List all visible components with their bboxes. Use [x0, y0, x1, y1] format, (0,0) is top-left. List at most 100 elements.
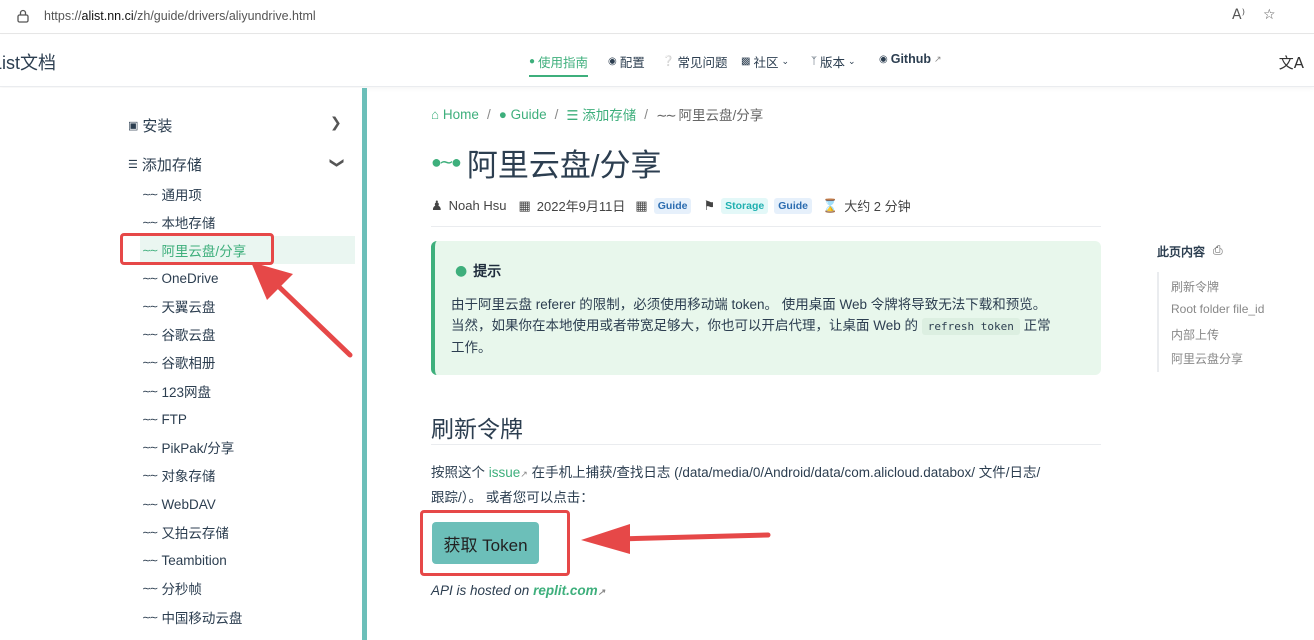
nav-github[interactable]: ◉ Github ↗	[879, 52, 942, 66]
sidebar-group-install[interactable]: ▣ 安装	[128, 115, 172, 136]
branch-icon: ᛉ	[811, 56, 817, 67]
issue-link[interactable]: issue↗	[489, 465, 528, 480]
sidebar-item-common[interactable]: ∼∼ 通用项	[140, 180, 355, 208]
site-brand[interactable]: List文档	[0, 49, 56, 75]
external-link-icon: ↗	[597, 587, 606, 597]
para-text-c: 跟踪/）。 或者您可以点击：	[431, 490, 594, 505]
wave-icon: ∼∼	[142, 554, 159, 567]
para-text-a: 按照这个	[431, 465, 485, 480]
sidebar-item-object-storage[interactable]: ∼∼ 对象存储	[140, 461, 355, 489]
chevron-down-icon[interactable]: ❯	[329, 157, 345, 169]
wave-icon: ∼∼	[142, 356, 159, 369]
chevron-right-icon[interactable]: ❯	[330, 115, 342, 131]
chevron-down-icon: ⌄	[781, 56, 790, 66]
annotation-box-token	[420, 510, 570, 576]
tag-guide-badge[interactable]: Guide	[774, 197, 812, 214]
tag-storage-badge[interactable]: Storage	[721, 197, 769, 214]
sidebar-item-label: 谷歌相册	[161, 356, 216, 371]
nav-version[interactable]: ᛉ 版本 ⌄	[811, 52, 856, 71]
nav-github-label: Github	[890, 52, 931, 66]
sidebar-group-add-storage[interactable]: ☰ 添加存储	[128, 154, 202, 175]
external-link-icon: ↗	[520, 469, 528, 479]
section-divider	[431, 444, 1101, 445]
url-path: /zh/guide/drivers/aliyundrive.html	[133, 9, 316, 23]
sidebar-item-local[interactable]: ∼∼ 本地存储	[140, 208, 355, 236]
section-paragraph: 按照这个 issue↗ 在手机上捕获/查找日志 (/data/media/0/A…	[431, 461, 1103, 509]
toc-item-internal-upload[interactable]: 内部上传	[1171, 326, 1219, 343]
print-icon[interactable]: ⎙	[1213, 243, 1223, 258]
url-field[interactable]: https://alist.nn.ci/zh/guide/drivers/ali…	[44, 9, 316, 23]
page-author[interactable]: Noah Hsu	[449, 198, 507, 213]
read-time: 大约 2 分钟	[844, 199, 911, 214]
nav-config[interactable]: ◉ 配置	[608, 52, 645, 71]
sidebar-item-webdav[interactable]: ∼∼ WebDAV	[140, 490, 355, 518]
nav-guide[interactable]: ● 使用指南	[529, 52, 589, 77]
sidebar-item-label: 中国移动云盘	[161, 611, 243, 626]
wave-icon: ∼∼	[142, 611, 159, 624]
tip-line-3: 工作。	[451, 340, 492, 355]
wave-icon: ∼∼	[142, 413, 159, 426]
sidebar-item-fenmiao[interactable]: ∼∼ 分秒帧	[140, 574, 355, 602]
sidebar-group-add-storage-label: 添加存储	[141, 157, 202, 174]
list-icon: ☰	[128, 159, 138, 171]
tip-line-1: 由于阿里云盘 referer 的限制，必须使用移动端 token。 使用桌面 W…	[451, 297, 1047, 312]
breadcrumb-add-storage-label: 添加存储	[582, 108, 637, 123]
toc-item-share[interactable]: 阿里云盘分享	[1171, 350, 1243, 367]
breadcrumb-home[interactable]: ⌂ Home	[431, 107, 479, 122]
page-title-text: 阿里云盘/分享	[466, 148, 662, 183]
chat-icon: ▩	[741, 56, 751, 67]
page-date: 2022年9月11日	[536, 199, 626, 214]
lightbulb-icon: ●	[529, 56, 536, 67]
wave-icon: ●∼●	[431, 152, 462, 172]
nav-community[interactable]: ▩ 社区 ⌄	[741, 52, 789, 71]
nav-faq[interactable]: ❔ 常见问题	[662, 52, 727, 71]
toc-item-refresh-token[interactable]: 刷新令牌	[1171, 278, 1219, 295]
toc-item-root-folder[interactable]: Root folder file_id	[1171, 302, 1264, 316]
sidebar-item-ftp[interactable]: ∼∼ FTP	[140, 405, 355, 433]
lightbulb-icon: ●	[498, 106, 507, 122]
toc-title: 此页内容	[1157, 245, 1206, 259]
section-title: 刷新令牌	[431, 416, 523, 442]
sidebar-item-label: FTP	[161, 411, 187, 427]
sidebar-item-123pan[interactable]: ∼∼ 123网盘	[140, 377, 355, 405]
api-note-text: API is hosted on	[431, 583, 530, 598]
sidebar-item-label: 通用项	[161, 188, 202, 203]
wave-icon: ∼∼	[142, 498, 159, 511]
lock-icon	[17, 9, 29, 23]
tip-line-2b: 正常	[1023, 318, 1051, 333]
favorite-icon[interactable]: ☆	[1263, 7, 1276, 23]
sidebar-item-label: 123网盘	[161, 385, 211, 400]
replit-link[interactable]: replit.com↗	[533, 583, 605, 598]
nav-faq-label: 常见问题	[677, 56, 728, 70]
sidebar-item-139cloud[interactable]: ∼∼ 中国移动云盘	[140, 603, 355, 631]
sidebar-item-label: 谷歌云盘	[161, 328, 216, 343]
wave-icon: ∼∼	[142, 272, 159, 285]
home-icon: ⌂	[431, 106, 440, 122]
wave-icon: ∼∼	[142, 441, 159, 454]
nav-community-label: 社区	[753, 56, 779, 70]
sidebar-item-upyun[interactable]: ∼∼ 又拍云存储	[140, 518, 355, 546]
site-navbar: List文档 ● 使用指南 ◉ 配置 ❔ 常见问题 ▩ 社区 ⌄ ᛉ 版本 ⌄ …	[0, 35, 1314, 87]
list-icon: ☰	[566, 108, 579, 123]
breadcrumb-guide[interactable]: ● Guide	[499, 107, 547, 122]
chevron-down-icon: ⌄	[848, 56, 856, 66]
category-badge[interactable]: Guide	[653, 197, 692, 214]
breadcrumb-separator: /	[644, 106, 649, 122]
sidebar-item-teambition[interactable]: ∼∼ Teambition	[140, 546, 355, 574]
annotation-arrow-sidebar	[251, 262, 353, 358]
sidebar-item-label: 天翼云盘	[161, 300, 216, 315]
sidebar-item-label: 对象存储	[161, 469, 216, 484]
breadcrumb-current-label: 阿里云盘/分享	[678, 108, 764, 123]
sidebar-item-pikpak[interactable]: ∼∼ PikPak/分享	[140, 433, 355, 461]
sidebar-divider	[362, 88, 367, 640]
tip-body: 由于阿里云盘 referer 的限制，必须使用移动端 token。 使用桌面 W…	[451, 294, 1091, 358]
read-aloud-icon[interactable]: A⁾	[1232, 7, 1245, 23]
sidebar-item-label: Teambition	[161, 552, 227, 568]
wave-icon: ∼∼	[656, 108, 677, 123]
user-icon: ♟	[431, 197, 443, 213]
breadcrumb-add-storage[interactable]: ☰ 添加存储	[566, 104, 636, 124]
breadcrumb-current: ∼∼ 阿里云盘/分享	[656, 104, 763, 124]
sidebar-item-label: WebDAV	[161, 496, 216, 512]
translate-icon[interactable]: 文A	[1279, 52, 1304, 73]
hourglass-icon: ⌛	[822, 197, 839, 213]
